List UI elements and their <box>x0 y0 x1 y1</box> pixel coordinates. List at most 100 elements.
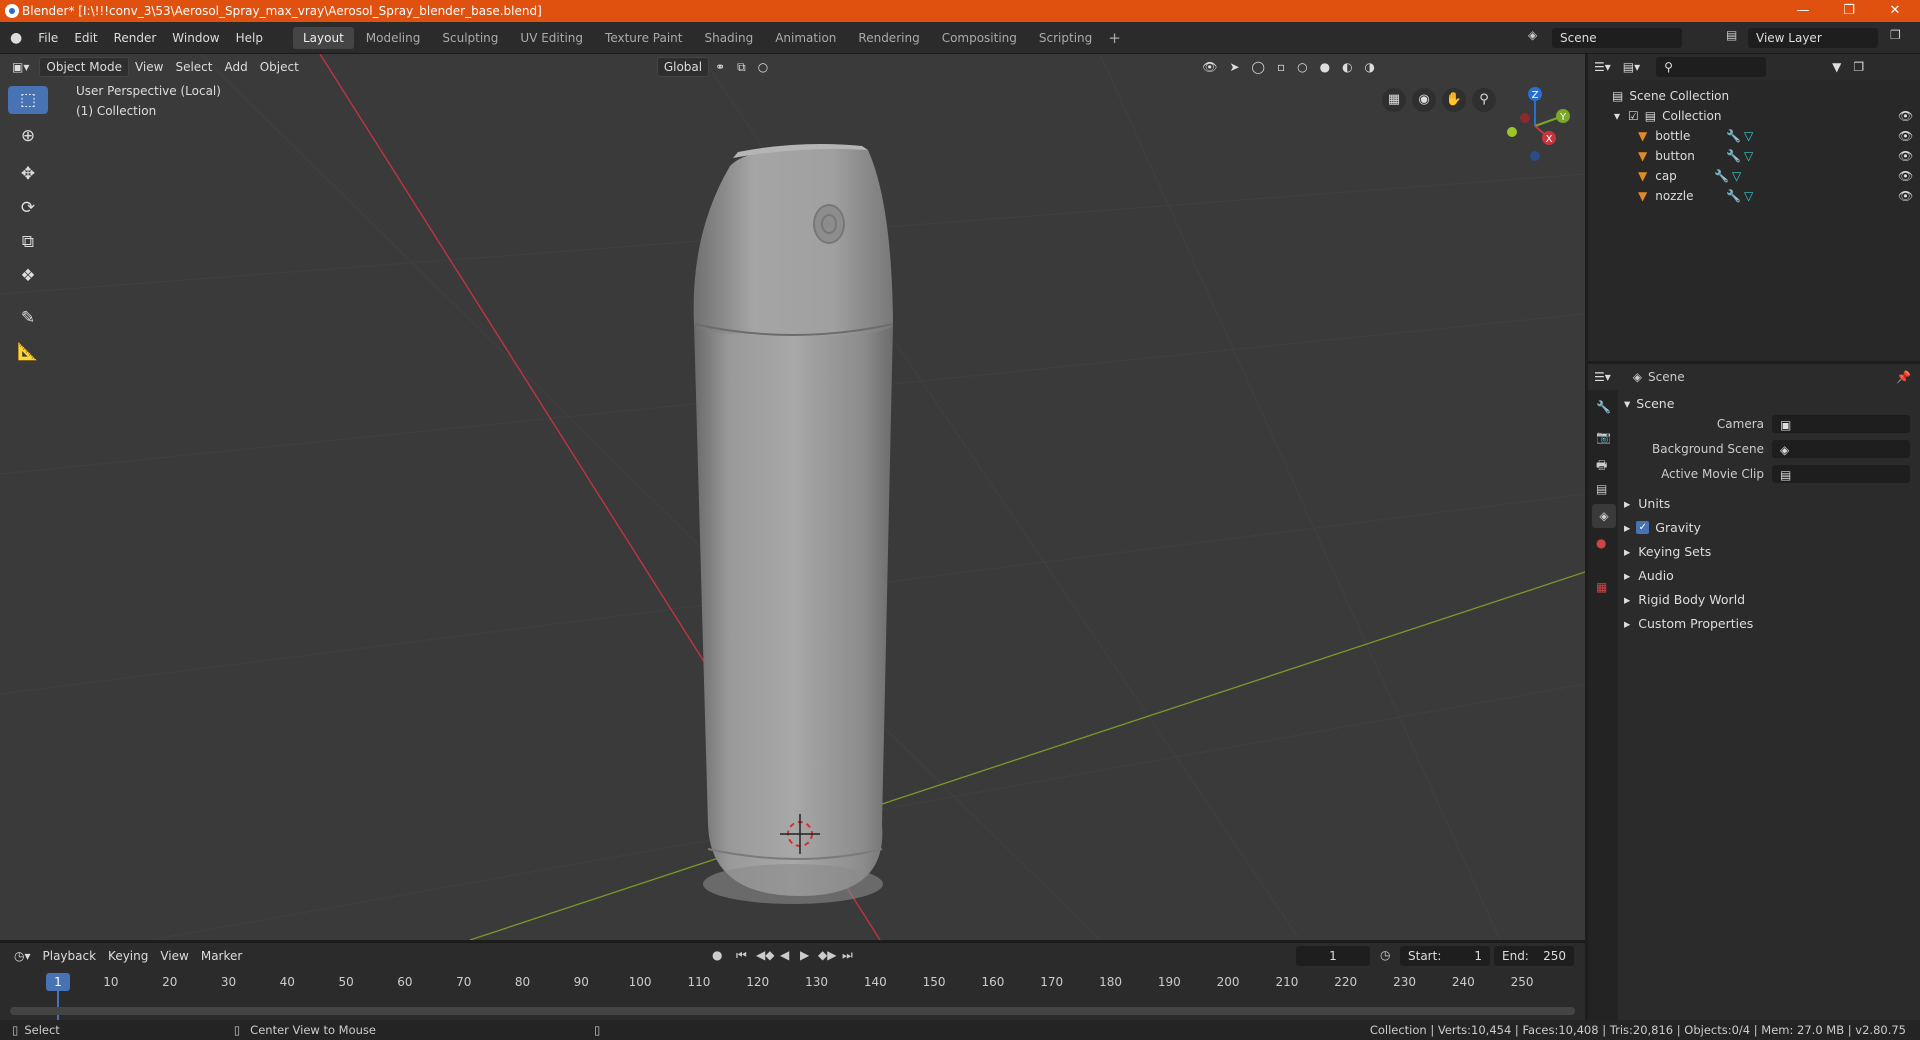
tab-compositing[interactable]: Compositing <box>932 27 1027 49</box>
start-frame-field[interactable]: Start: 1 <box>1400 946 1490 966</box>
view-layer-tab-icon[interactable]: ▤ <box>1596 482 1607 496</box>
keying-sets-panel[interactable]: ▸ Keying Sets <box>1624 540 1920 562</box>
audio-panel[interactable]: ▸ Audio <box>1624 564 1920 586</box>
close-icon[interactable]: ✕ <box>1872 0 1918 22</box>
tab-sculpting[interactable]: Sculpting <box>432 27 508 49</box>
properties-editor-type-icon[interactable]: ☰▾ <box>1588 367 1617 387</box>
cursor-tool[interactable]: ⊕ <box>8 122 48 150</box>
background-scene-field[interactable]: ◈ <box>1772 440 1910 458</box>
pan-hand-icon[interactable]: ✋ <box>1442 88 1466 112</box>
mesh-icon[interactable]: ▽ <box>1732 169 1741 183</box>
frame-ruler[interactable]: 1 10 20 30 40 50 60 70 80 90 100 110 120 130 140 150 160… <box>0 973 1585 1021</box>
mesh-icon[interactable]: ▽ <box>1744 129 1753 143</box>
current-frame-field[interactable]: 1 <box>1296 946 1370 966</box>
scene-panel-header[interactable]: ▾ Scene <box>1624 392 1920 414</box>
outliner-item-cap[interactable]: ▼ cap 🔧 ▽ 👁 <box>1588 166 1920 186</box>
overlay-toggle-icon[interactable]: ◯ <box>1246 57 1271 77</box>
texture-tab-icon[interactable]: ▦ <box>1596 580 1607 594</box>
scale-tool[interactable]: ⧉ <box>8 228 48 256</box>
end-frame-field[interactable]: End: 250 <box>1494 946 1574 966</box>
snap-icon[interactable]: ⧉ <box>731 57 752 78</box>
transform-tool[interactable]: ❖ <box>8 262 48 290</box>
mesh-icon[interactable]: ▽ <box>1744 149 1753 163</box>
outliner-editor-type-icon[interactable]: ☰▾ <box>1588 57 1617 77</box>
play-reverse-icon[interactable]: ◀ <box>780 948 789 962</box>
eye-icon[interactable]: 👁 <box>1898 129 1913 143</box>
menu-help[interactable]: Help <box>228 31 271 45</box>
output-tab-icon[interactable]: 🖶 <box>1596 456 1607 477</box>
select-box-tool[interactable]: ⬚ <box>8 86 48 114</box>
tab-scripting[interactable]: Scripting <box>1029 27 1102 49</box>
move-tool[interactable]: ✥ <box>8 160 48 188</box>
units-panel[interactable]: ▸ Units <box>1624 492 1920 514</box>
clock-icon[interactable]: ◷ <box>1380 948 1390 962</box>
transform-orientation-dropdown[interactable]: Global <box>656 57 710 77</box>
outliner-item-nozzle[interactable]: ▼ nozzle 🔧 ▽ 👁 <box>1588 186 1920 206</box>
jump-start-icon[interactable]: ⏮ <box>736 948 747 963</box>
eye-icon[interactable]: 👁 <box>1898 169 1913 183</box>
menu-object[interactable]: Object <box>254 57 305 77</box>
scene-tab-icon[interactable]: ◈ <box>1592 504 1616 528</box>
visibility-icon[interactable]: 👁 <box>1196 57 1223 77</box>
custom-properties-panel[interactable]: ▸ Custom Properties <box>1624 612 1920 634</box>
grid-toggle-icon[interactable]: ▦ <box>1382 88 1406 112</box>
record-icon[interactable]: ● <box>712 948 722 962</box>
modifier-icon[interactable]: 🔧 <box>1714 169 1729 183</box>
new-collection-icon[interactable]: ❐ <box>1847 57 1870 77</box>
menu-select[interactable]: Select <box>169 57 218 77</box>
tool-tab-icon[interactable]: 🔧 <box>1596 400 1611 414</box>
rotate-tool[interactable]: ⟳ <box>8 194 48 222</box>
expand-arrow-icon[interactable]: ▾ <box>1614 109 1620 123</box>
active-movie-clip-field[interactable]: ▤ <box>1772 465 1910 483</box>
collection-checkbox-icon[interactable]: ☑ <box>1628 109 1639 123</box>
menu-render[interactable]: Render <box>106 31 165 45</box>
outliner-collection[interactable]: ▾ ☑ ▤ Collection 👁 <box>1588 106 1920 126</box>
camera-view-icon[interactable]: ◉ <box>1412 88 1436 112</box>
menu-file[interactable]: File <box>30 31 66 45</box>
pivot-icon[interactable]: ⚭ <box>709 57 731 77</box>
zoom-icon[interactable]: ⚲ <box>1472 88 1496 112</box>
menu-view[interactable]: View <box>129 57 169 77</box>
modifier-icon[interactable]: 🔧 <box>1726 129 1741 143</box>
rendered-shading-icon[interactable]: ◑ <box>1359 57 1381 77</box>
tab-rendering[interactable]: Rendering <box>848 27 929 49</box>
measure-tool[interactable]: 📐 <box>8 338 48 366</box>
proportional-edit-icon[interactable]: ○ <box>752 57 774 77</box>
camera-field[interactable]: ▣ <box>1772 415 1910 433</box>
add-workspace-icon[interactable]: + <box>1108 29 1121 47</box>
tab-modeling[interactable]: Modeling <box>356 27 431 49</box>
filter-icon[interactable]: ▼ <box>1826 57 1847 77</box>
wireframe-shading-icon[interactable]: ○ <box>1291 57 1313 77</box>
menu-marker[interactable]: Marker <box>195 946 248 966</box>
3d-viewport[interactable]: ⬚ ⊕ ✥ ⟳ ⧉ ❖ ✎ 📐 User Perspective (Local)… <box>0 54 1585 940</box>
play-icon[interactable]: ▶ <box>800 948 809 962</box>
outliner-item-button[interactable]: ▼ button 🔧 ▽ 👁 <box>1588 146 1920 166</box>
gravity-panel[interactable]: ▸ ✓ Gravity <box>1624 516 1920 538</box>
xray-icon[interactable]: ▫ <box>1271 57 1291 77</box>
view-layer-field[interactable]: View Layer <box>1748 28 1878 48</box>
timeline-editor-type-icon[interactable]: ◷▾ <box>8 946 37 966</box>
outliner-item-bottle[interactable]: ▼ bottle 🔧 ▽ 👁 <box>1588 126 1920 146</box>
mode-dropdown[interactable]: Object Mode <box>39 57 129 77</box>
world-tab-icon[interactable]: ● <box>1596 536 1606 550</box>
modifier-icon[interactable]: 🔧 <box>1726 149 1741 163</box>
menu-timeline-view[interactable]: View <box>154 946 194 966</box>
tab-shading[interactable]: Shading <box>694 27 763 49</box>
restore-icon[interactable]: ❐ <box>1826 0 1872 22</box>
tab-animation[interactable]: Animation <box>765 27 846 49</box>
navigation-gizmo[interactable]: Z Y X <box>1495 82 1575 162</box>
tab-uv-editing[interactable]: UV Editing <box>510 27 593 49</box>
prev-keyframe-icon[interactable]: ◀◆ <box>756 948 774 962</box>
blender-menu-icon[interactable]: ● <box>10 30 22 46</box>
view-layer-icon[interactable]: ▤ <box>1726 28 1737 42</box>
gravity-checkbox[interactable]: ✓ <box>1636 520 1650 534</box>
outliner-scene-collection[interactable]: ▤ Scene Collection <box>1588 86 1920 106</box>
annotate-tool[interactable]: ✎ <box>8 304 48 332</box>
new-view-layer-icon[interactable]: ❐ <box>1890 28 1901 42</box>
solid-shading-icon[interactable]: ● <box>1314 57 1336 77</box>
tab-layout[interactable]: Layout <box>292 26 354 49</box>
menu-edit[interactable]: Edit <box>66 31 105 45</box>
menu-add[interactable]: Add <box>218 57 253 77</box>
render-tab-icon[interactable]: 📷 <box>1596 430 1611 444</box>
menu-playback[interactable]: Playback <box>37 946 103 966</box>
